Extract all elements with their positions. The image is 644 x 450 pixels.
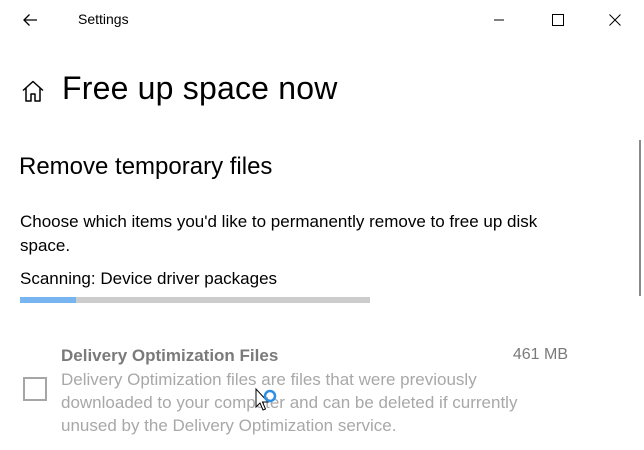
- arrow-left-icon: [23, 14, 37, 26]
- section-description: Choose which items you'd like to permane…: [20, 212, 538, 255]
- window-title: Settings: [78, 11, 129, 27]
- home-icon: [22, 80, 44, 102]
- close-icon: [609, 14, 621, 26]
- page-title: Free up space now: [62, 70, 338, 106]
- maximize-button[interactable]: [535, 0, 581, 40]
- item-description: Delivery Optimization files are files th…: [61, 370, 518, 435]
- scan-progress-bar: [20, 297, 370, 303]
- maximize-icon: [552, 14, 564, 26]
- scan-status: Scanning: Device driver packages: [20, 269, 278, 288]
- close-button[interactable]: [592, 0, 638, 40]
- item-name: Delivery Optimization Files: [61, 346, 279, 365]
- scan-progress-fill: [20, 297, 76, 303]
- title-bar: Settings: [0, 0, 644, 40]
- item-size: 461 MB: [512, 346, 568, 363]
- item-checkbox[interactable]: [23, 377, 47, 401]
- section-title: Remove temporary files: [19, 153, 273, 180]
- minimize-button[interactable]: [476, 0, 522, 40]
- settings-window: Settings Free up space now Remove tempor…: [0, 0, 644, 450]
- scrollbar[interactable]: [639, 140, 641, 296]
- minimize-icon: [494, 19, 504, 21]
- page-header: Free up space now: [20, 70, 338, 107]
- back-button[interactable]: [12, 6, 48, 34]
- busy-cursor-icon: [255, 387, 277, 411]
